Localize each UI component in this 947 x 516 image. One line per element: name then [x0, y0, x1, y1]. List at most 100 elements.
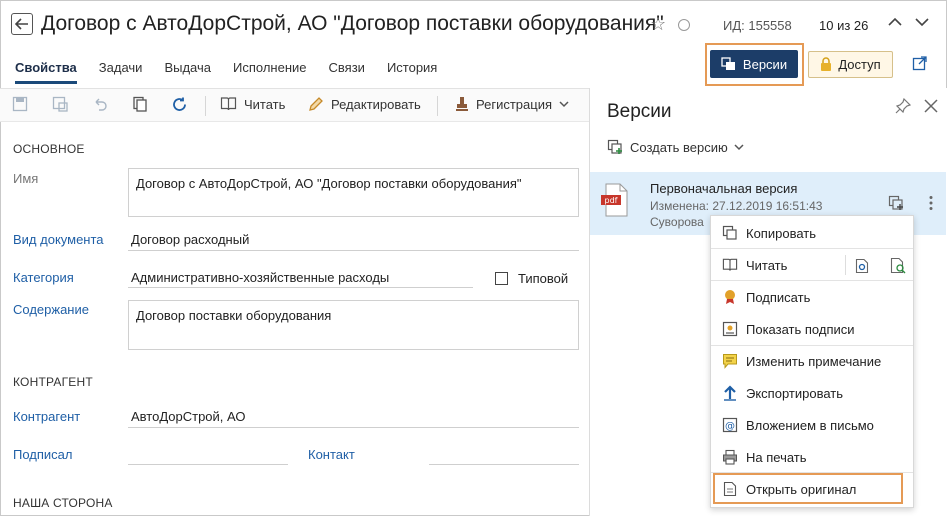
menu-item-export[interactable]: Экспортировать: [722, 385, 843, 401]
menu-item-label: Показать подписи: [746, 321, 855, 337]
menu-item-read[interactable]: Читать: [722, 257, 787, 273]
access-button[interactable]: Доступ: [808, 51, 893, 78]
refresh-icon[interactable]: [171, 96, 188, 113]
tab-properties[interactable]: Свойства: [15, 60, 77, 84]
menu-item-open-original[interactable]: Открыть оригинал: [722, 481, 856, 497]
close-icon[interactable]: [924, 99, 938, 113]
favorite-star-icon[interactable]: ☆: [650, 14, 666, 35]
copy-icon[interactable]: [132, 96, 148, 112]
chevron-up-icon[interactable]: [887, 14, 903, 30]
access-button-label: Доступ: [838, 57, 881, 72]
create-version-button[interactable]: Создать версию: [607, 139, 744, 155]
more-options-icon[interactable]: [928, 195, 934, 211]
printer-icon: [723, 449, 737, 465]
save-as-icon[interactable]: [52, 96, 68, 112]
open-in-app-icon[interactable]: [890, 257, 906, 274]
tab-bar: Свойства Задачи Выдача Исполнение Связи …: [15, 60, 459, 84]
category-label[interactable]: Категория: [13, 270, 74, 285]
tab-history[interactable]: История: [387, 60, 437, 84]
signatures-icon: [722, 321, 738, 337]
menu-item-label: Читать: [746, 257, 788, 273]
menu-item-show-signatures[interactable]: Показать подписи: [722, 321, 855, 337]
menu-item-label: На печать: [746, 449, 807, 465]
tab-execution[interactable]: Исполнение: [233, 60, 307, 84]
arrow-left-icon: [15, 18, 28, 30]
name-field-value: Договор с АвтоДорСтрой, АО "Договор пост…: [136, 176, 522, 191]
doctype-underline: [128, 250, 579, 251]
registration-label: Регистрация: [476, 96, 552, 112]
content-label[interactable]: Содержание: [13, 302, 89, 317]
contact-field[interactable]: [429, 464, 579, 465]
document-id: ИД: 155558: [723, 18, 792, 33]
toolbar-separator: [205, 96, 206, 116]
pin-icon[interactable]: [895, 98, 911, 114]
menu-item-print[interactable]: На печать: [722, 449, 807, 465]
save-icon[interactable]: [12, 96, 28, 112]
lock-icon: [821, 57, 832, 71]
tab-links[interactable]: Связи: [329, 60, 365, 84]
name-field[interactable]: Договор с АвтоДорСтрой, АО "Договор пост…: [128, 168, 579, 217]
note-icon: [723, 354, 737, 369]
new-version-from-icon[interactable]: [888, 195, 905, 211]
open-external-icon[interactable]: [912, 55, 928, 71]
menu-item-label: Экспортировать: [746, 385, 843, 401]
menu-item-copy[interactable]: Копировать: [722, 225, 816, 241]
preview-icon[interactable]: [855, 258, 869, 274]
counterparty-value[interactable]: АвтоДорСтрой, АО: [131, 409, 246, 424]
seal-icon: [725, 290, 735, 304]
versions-button[interactable]: Версии: [710, 50, 798, 78]
status-circle-icon[interactable]: [678, 19, 690, 31]
new-version-icon: [607, 139, 622, 154]
tab-issue[interactable]: Выдача: [164, 60, 211, 84]
typical-checkbox[interactable]: [495, 272, 508, 285]
typical-label: Типовой: [518, 271, 569, 286]
document-icon: [723, 481, 737, 497]
pdf-file-icon: pdf: [600, 183, 630, 217]
stamp-icon: [456, 97, 468, 111]
edit-button[interactable]: Редактировать: [308, 96, 421, 112]
version-name: Первоначальная версия: [650, 181, 798, 196]
contact-label[interactable]: Контакт: [308, 447, 355, 462]
toolbar-separator: [437, 96, 438, 116]
edit-button-label: Редактировать: [331, 96, 421, 112]
section-our-side-heading: НАША СТОРОНА: [13, 496, 113, 510]
tab-tasks[interactable]: Задачи: [99, 60, 143, 84]
versions-icon: [721, 57, 735, 70]
chevron-down-icon: [734, 144, 744, 151]
menu-separator: [711, 248, 913, 249]
version-modified: Изменена: 27.12.2019 16:51:43: [650, 199, 823, 213]
menu-item-attach-email[interactable]: @ Вложением в письмо: [722, 417, 874, 433]
section-counterparty-heading: КОНТРАГЕНТ: [13, 375, 93, 389]
back-button[interactable]: [11, 13, 33, 35]
doctype-label[interactable]: Вид документа: [13, 232, 104, 247]
counterparty-label[interactable]: Контрагент: [13, 409, 80, 424]
copy-version-icon: [722, 225, 737, 240]
undo-icon[interactable]: [92, 96, 108, 112]
menu-item-sign[interactable]: Подписать: [722, 289, 810, 305]
menu-item-edit-note[interactable]: Изменить примечание: [722, 353, 881, 369]
menu-item-label: Вложением в письмо: [746, 417, 874, 433]
export-icon: [724, 385, 736, 401]
version-author: Суворова: [650, 215, 704, 229]
signed-field[interactable]: [128, 464, 288, 465]
doctype-value[interactable]: Договор расходный: [131, 232, 249, 247]
registration-dropdown[interactable]: Регистрация: [455, 96, 569, 112]
document-title: Договор с АвтоДорСтрой, АО "Договор пост…: [41, 12, 664, 35]
menu-item-label: Открыть оригинал: [746, 481, 857, 497]
read-button[interactable]: Читать: [220, 96, 285, 112]
book-icon: [220, 97, 237, 111]
category-underline: [128, 287, 473, 288]
content-field[interactable]: Договор поставки оборудования: [128, 300, 579, 350]
svg-text:@: @: [725, 421, 735, 432]
signed-label[interactable]: Подписал: [13, 447, 73, 462]
menu-item-label: Подписать: [746, 289, 811, 305]
category-value[interactable]: Административно-хозяйственные расходы: [131, 270, 389, 285]
menu-item-label: Копировать: [746, 225, 816, 241]
counterparty-underline: [128, 427, 579, 428]
menu-item-label: Изменить примечание: [746, 353, 882, 369]
panel-title: Версии: [607, 101, 672, 122]
read-button-label: Читать: [244, 96, 286, 112]
name-label: Имя: [13, 171, 39, 186]
menu-separator: [711, 280, 913, 281]
chevron-down-icon[interactable]: [914, 14, 930, 30]
